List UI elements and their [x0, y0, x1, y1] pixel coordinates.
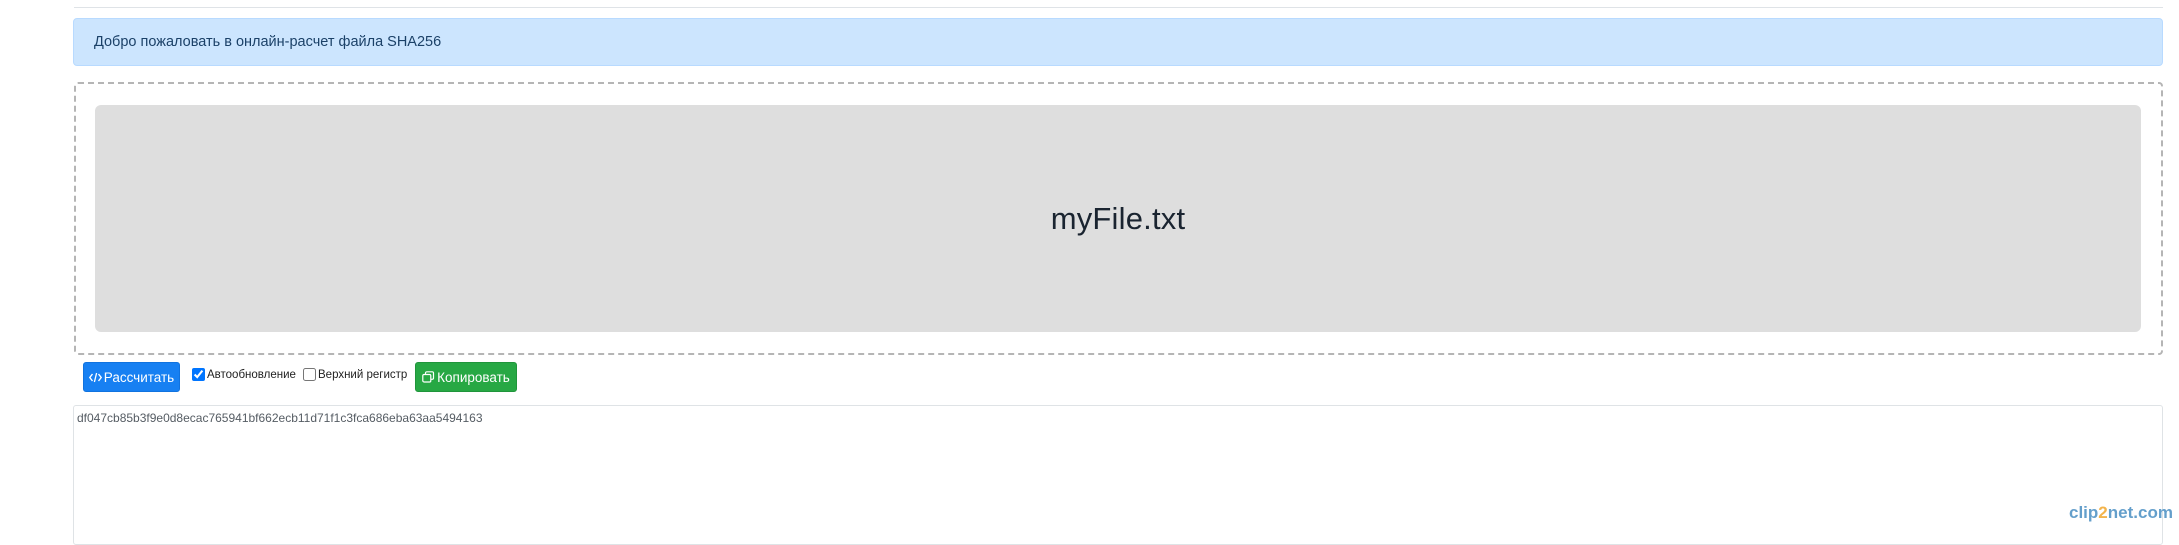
uppercase-toggle[interactable]: Верхний регистр: [303, 368, 407, 381]
calculate-button[interactable]: Рассчитать: [83, 362, 180, 392]
calculate-button-label: Рассчитать: [103, 369, 175, 385]
copy-button[interactable]: Копировать: [415, 362, 517, 392]
copy-button-label: Копировать: [437, 369, 510, 385]
uppercase-label: Верхний регистр: [318, 368, 408, 381]
top-divider: [74, 7, 2163, 8]
welcome-alert: Добро пожаловать в онлайн-расчет файла S…: [73, 18, 2163, 66]
auto-update-toggle[interactable]: Автообновление: [192, 368, 296, 381]
watermark-part-pre: clip: [2069, 503, 2099, 522]
auto-update-label: Автообновление: [207, 368, 296, 381]
auto-update-checkbox[interactable]: [192, 368, 205, 381]
uppercase-checkbox[interactable]: [303, 368, 316, 381]
welcome-alert-text: Добро пожаловать в онлайн-расчет файла S…: [94, 34, 442, 50]
file-drop-zone[interactable]: myFile.txt: [74, 82, 2163, 355]
watermark-part-post: net.com: [2107, 503, 2173, 522]
file-drop-area[interactable]: myFile.txt: [95, 105, 2141, 332]
watermark-part-num: 2: [2098, 503, 2108, 522]
watermark-logo: clip2net.com: [2069, 503, 2173, 523]
hash-output-textarea[interactable]: df047cb85b3f9e0d8ecac765941bf662ecb11d71…: [73, 405, 2163, 545]
code-icon: [88, 372, 102, 383]
hash-output-value: df047cb85b3f9e0d8ecac765941bf662ecb11d71…: [77, 411, 483, 425]
selected-file-name: myFile.txt: [1050, 200, 1186, 236]
copy-icon: [422, 371, 435, 383]
